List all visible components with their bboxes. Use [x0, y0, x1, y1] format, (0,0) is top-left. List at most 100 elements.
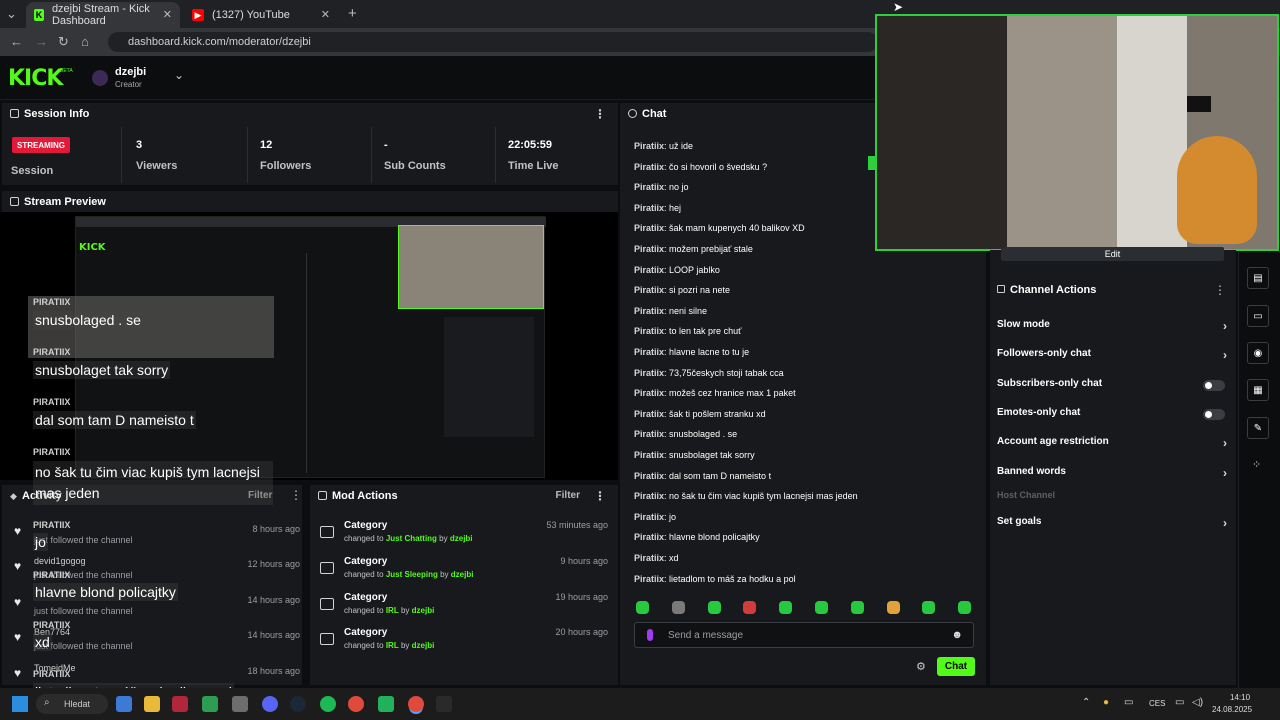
chat-username[interactable]: Piratiix	[634, 553, 664, 563]
emote-icon[interactable]	[886, 601, 900, 614]
chat-username[interactable]: Piratiix	[634, 574, 664, 584]
chat-username[interactable]: Piratiix	[634, 182, 664, 192]
emote-icon[interactable]	[671, 601, 685, 614]
more-options-icon[interactable]: ⋮	[290, 488, 302, 502]
filter-button[interactable]: Filter	[556, 490, 580, 501]
layout-icon[interactable]: ▦	[1247, 379, 1269, 401]
chat-username[interactable]: Piratiix	[634, 223, 664, 233]
channel-action-row[interactable]: Slow mode ›	[997, 319, 1227, 339]
taskbar-search[interactable]: ⌕ Hledat	[36, 694, 108, 714]
chevron-right-icon[interactable]: ›	[1223, 516, 1227, 530]
new-tab-button[interactable]: +	[348, 5, 357, 22]
channel-action-row[interactable]: Banned words ›	[997, 466, 1227, 486]
chat-username[interactable]: Piratiix	[634, 244, 664, 254]
emote-icon[interactable]	[743, 601, 757, 614]
emote-icon[interactable]	[922, 601, 936, 614]
close-icon[interactable]: ✕	[163, 8, 172, 21]
clock-date[interactable]: 24.08.2025	[1212, 705, 1252, 714]
chevron-right-icon[interactable]: ›	[1223, 436, 1227, 450]
chat-username[interactable]: Piratiix	[634, 265, 664, 275]
chat-username[interactable]: Piratiix	[634, 512, 664, 522]
chevron-right-icon[interactable]: ›	[1223, 466, 1227, 480]
stream-preview-video[interactable]: KICK	[0, 212, 618, 480]
mod-user[interactable]: dzejbi	[412, 641, 435, 650]
xbox-icon[interactable]	[202, 696, 218, 712]
tab-youtube[interactable]: ▶ (1327) YouTube ✕	[184, 2, 338, 28]
chat-input[interactable]: Send a message ☻	[634, 622, 974, 648]
more-options-icon[interactable]: ⋮	[594, 107, 606, 121]
chat-username[interactable]: Piratiix	[634, 491, 664, 501]
app-icon[interactable]	[172, 696, 188, 712]
chat-username[interactable]: Piratiix	[634, 285, 664, 295]
chat-username[interactable]: Piratiix	[634, 162, 664, 172]
activity-user[interactable]: devid1gogog	[34, 556, 86, 566]
tray-chevron-icon[interactable]: ⌃	[1082, 697, 1090, 708]
chat-username[interactable]: Piratiix	[634, 347, 664, 357]
url-input[interactable]: dashboard.kick.com/moderator/dzejbi	[108, 32, 878, 52]
tab-list-icon[interactable]: ⌄	[6, 6, 17, 22]
chat-username[interactable]: Piratiix	[634, 409, 664, 419]
app-icon[interactable]	[232, 696, 248, 712]
chrome-active-icon[interactable]	[408, 696, 424, 712]
emote-icon[interactable]	[779, 601, 793, 614]
more-options-icon[interactable]: ⋮	[594, 489, 606, 503]
emote-icon[interactable]	[636, 601, 649, 614]
file-explorer-icon[interactable]	[144, 696, 160, 712]
chat-username[interactable]: Piratiix	[634, 429, 664, 439]
chat-username[interactable]: Piratiix	[634, 306, 664, 316]
home-icon[interactable]: ⌂	[81, 34, 89, 49]
reload-icon[interactable]: ↻	[58, 34, 69, 50]
taskview-icon[interactable]	[116, 696, 132, 712]
emote-icon[interactable]	[850, 601, 864, 614]
volume-icon[interactable]: ◁)	[1192, 697, 1203, 708]
toggle-switch[interactable]	[1203, 409, 1225, 420]
spotify-icon[interactable]	[320, 696, 336, 712]
emote-icon[interactable]	[707, 601, 721, 614]
chat-bubble-icon[interactable]: ▭	[1247, 305, 1269, 327]
channel-action-row[interactable]: Set goals ›	[997, 516, 1227, 536]
avatar[interactable]	[92, 70, 108, 86]
wrench-icon[interactable]: ✎	[1247, 417, 1269, 439]
emote-icon[interactable]	[815, 601, 828, 614]
forward-icon[interactable]: →	[35, 34, 48, 49]
notes-icon[interactable]: ▤	[1247, 267, 1269, 289]
chat-username[interactable]: Piratiix	[634, 450, 664, 460]
back-icon[interactable]: ←	[10, 34, 23, 49]
chat-username[interactable]: Piratiix	[634, 471, 664, 481]
integrations-icon[interactable]: ⁘	[1252, 458, 1261, 471]
chevron-right-icon[interactable]: ›	[1223, 348, 1227, 362]
channel-action-row[interactable]: Account age restriction ›	[997, 436, 1227, 456]
chat-username[interactable]: Piratiix	[634, 203, 664, 213]
chat-username[interactable]: Piratiix	[634, 368, 664, 378]
chevron-right-icon[interactable]: ›	[1223, 319, 1227, 333]
keyboard-icon[interactable]: ▭	[1124, 697, 1133, 708]
toggle-switch[interactable]	[1203, 380, 1225, 391]
channel-action-row[interactable]: Followers-only chat ›	[997, 348, 1227, 368]
kick-logo[interactable]: KICK	[8, 66, 63, 91]
chat-username[interactable]: Piratiix	[634, 141, 664, 151]
chat-username[interactable]: Piratiix	[634, 532, 664, 542]
microphone-icon[interactable]	[647, 629, 653, 641]
emote-icon[interactable]	[958, 601, 972, 614]
app-icon[interactable]	[378, 696, 394, 712]
mod-user[interactable]: dzejbi	[451, 570, 474, 579]
channel-action-row[interactable]: Subscribers-only chat	[997, 378, 1227, 398]
channel-action-row[interactable]: Emotes-only chat	[997, 407, 1227, 427]
mod-user[interactable]: dzejbi	[412, 606, 435, 615]
activity-collapse-icon[interactable]: ◆	[10, 491, 17, 502]
discord-icon[interactable]	[262, 696, 278, 712]
clock-time[interactable]: 14:10	[1230, 693, 1250, 702]
microphone-tray-icon[interactable]: ●	[1103, 697, 1109, 708]
windows-start-icon[interactable]	[12, 696, 28, 712]
steam-icon[interactable]	[290, 696, 306, 712]
tab-kick-dashboard[interactable]: K dzejbi Stream - Kick Dashboard ✕	[26, 2, 180, 28]
chat-username[interactable]: Piratiix	[634, 388, 664, 398]
more-options-icon[interactable]: ⋮	[1214, 283, 1226, 297]
mod-user[interactable]: dzejbi	[450, 534, 473, 543]
network-icon[interactable]: ▭	[1175, 697, 1184, 708]
chat-settings-icon[interactable]: ⚙	[916, 660, 926, 673]
language-indicator[interactable]: CES	[1149, 699, 1165, 708]
edit-button[interactable]: Edit	[1001, 247, 1224, 261]
chat-username[interactable]: Piratiix	[634, 326, 664, 336]
broadcast-icon[interactable]: ◉	[1247, 342, 1269, 364]
